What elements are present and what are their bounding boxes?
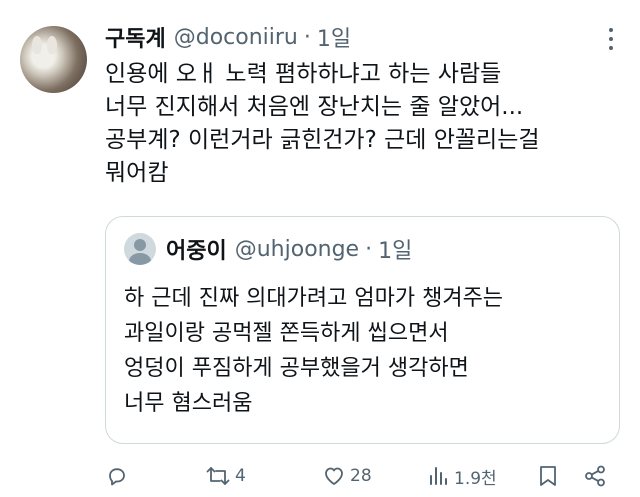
avatar-ear: [32, 36, 42, 54]
quoted-tweet-text: 하 근데 진짜 의대가려고 엄마가 챙겨주는 과일이랑 공먹젤 쫀득하게 씹으면…: [124, 281, 503, 421]
tweet-text-line: 공부계? 이런거라 긁힌건가? 근데 안꼴리는걸: [105, 127, 540, 153]
retweet-icon: [206, 467, 230, 485]
reply-button[interactable]: [105, 458, 129, 494]
quoted-author-name: 어중이: [166, 239, 227, 264]
view-count: 1.9천: [454, 468, 497, 489]
tweet-text-line: 너무 진지해서 처음엔 장난치는 줄 알았어...: [105, 94, 524, 120]
share-button[interactable]: [583, 458, 607, 494]
reply-icon: [109, 468, 125, 486]
separator-dot: ·: [303, 24, 311, 50]
tweet-text-line: 뭐어캄: [105, 160, 169, 186]
bookmark-button[interactable]: [537, 458, 559, 494]
separator-dot: ·: [365, 236, 373, 262]
quoted-text-line: 과일이랑 공먹젤 쫀득하게 씹으면서: [124, 321, 449, 346]
avatar-ear: [47, 36, 57, 54]
tweet-text: 인용에 오ㅐ 노력 폄하하냐고 하는 사람들 너무 진지해서 처음엔 장난치는 …: [105, 58, 625, 190]
bookmark-icon: [540, 466, 556, 486]
tweet-header: 구독계 @doconiiru · 1일: [105, 18, 351, 56]
share-icon: [585, 465, 605, 487]
quoted-author-handle: @uhjoonge: [234, 236, 360, 262]
action-bar: 4 28 1.9천: [105, 458, 620, 494]
retweet-button[interactable]: 4: [205, 458, 246, 494]
like-button[interactable]: 28: [322, 458, 372, 494]
author-avatar[interactable]: [20, 26, 87, 93]
quoted-tweet[interactable]: 어중이 @uhjoonge · 1일 하 근데 진짜 의대가려고 엄마가 챙겨주…: [105, 216, 620, 444]
tweet-time[interactable]: 1일: [317, 21, 351, 53]
quoted-text-line: 하 근데 진짜 의대가려고 엄마가 챙겨주는: [124, 286, 504, 311]
quoted-text-line: 엉덩이 푸짐하게 공부했을거 생각하면: [124, 356, 469, 381]
views-button[interactable]: 1.9천: [428, 458, 497, 494]
quoted-tweet-header: 어중이 @uhjoonge · 1일: [124, 231, 412, 267]
tweet-text-line: 인용에 오ㅐ 노력 폄하하냐고 하는 사람들: [105, 61, 502, 87]
author-handle[interactable]: @doconiiru: [174, 25, 298, 50]
quoted-tweet-time: 1일: [378, 239, 413, 264]
more-icon[interactable]: [608, 28, 614, 50]
like-count: 28: [350, 466, 372, 486]
quoted-text-line: 너무 혐스러움: [124, 391, 253, 416]
quoted-author-avatar: [124, 233, 156, 265]
author-name[interactable]: 구독계: [105, 21, 166, 53]
retweet-count: 4: [235, 466, 246, 486]
views-icon: [430, 467, 447, 485]
heart-icon: [325, 467, 343, 485]
